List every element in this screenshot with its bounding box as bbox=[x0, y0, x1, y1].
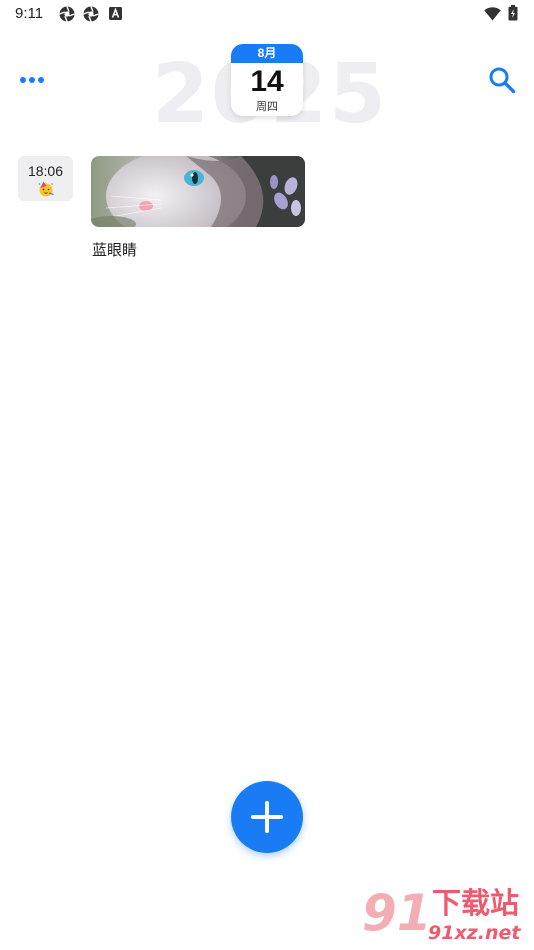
entry-title: 蓝眼睛 bbox=[92, 242, 138, 259]
date-picker-card[interactable]: 8月 14 周四 bbox=[231, 44, 303, 116]
text-a-icon bbox=[109, 7, 122, 20]
entry-photo[interactable] bbox=[91, 156, 305, 227]
search-button[interactable] bbox=[484, 62, 520, 98]
entry-time-chip: 18:06 bbox=[18, 156, 73, 201]
aperture-icon bbox=[83, 6, 99, 22]
watermark-name: 下载站 bbox=[432, 888, 520, 920]
status-time: 9:11 bbox=[15, 5, 44, 22]
battery-icon bbox=[508, 5, 518, 21]
search-icon bbox=[489, 67, 516, 94]
party-face-emoji-icon bbox=[38, 181, 54, 197]
more-dots-icon bbox=[20, 77, 44, 83]
watermark-number: 91 bbox=[362, 884, 432, 942]
site-watermark-logo: 91 下载站 91xz.net bbox=[362, 888, 532, 948]
calendar-weekday: 周四 bbox=[256, 101, 278, 113]
aperture-icon bbox=[59, 6, 75, 22]
add-entry-button[interactable] bbox=[231, 781, 303, 853]
status-bar: 9:11 bbox=[0, 0, 534, 28]
plus-icon bbox=[251, 801, 283, 833]
wifi-icon bbox=[484, 7, 501, 21]
calendar-month: 8月 bbox=[231, 44, 303, 63]
entry-time: 18:06 bbox=[27, 163, 64, 179]
more-menu-button[interactable] bbox=[12, 64, 52, 96]
calendar-day: 14 bbox=[250, 65, 284, 98]
cat-photo-image bbox=[91, 156, 305, 227]
watermark-url: 91xz.net bbox=[428, 922, 521, 944]
